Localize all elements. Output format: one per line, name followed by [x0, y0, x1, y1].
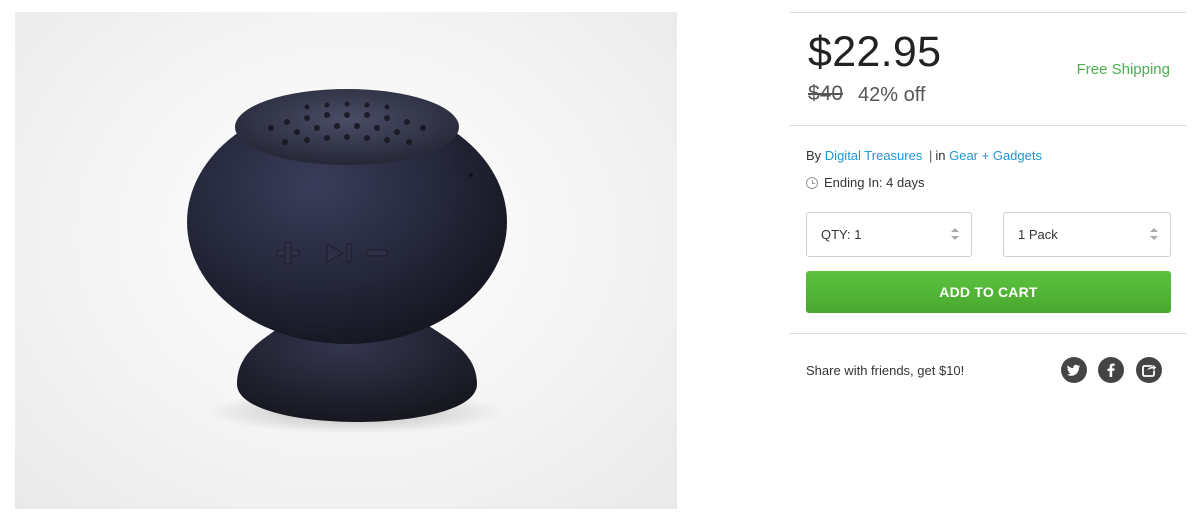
- share-text: Share with friends, get $10!: [806, 363, 965, 378]
- share-icon[interactable]: [1136, 357, 1162, 383]
- discount-label: 42% off: [858, 84, 926, 106]
- by-label: By: [806, 148, 822, 163]
- spinner-icon: [1150, 226, 1158, 242]
- spinner-icon: [951, 226, 959, 242]
- in-label: in: [935, 148, 946, 163]
- divider: [790, 333, 1186, 334]
- quantity-value: QTY: 1: [821, 227, 862, 242]
- pack-value: 1 Pack: [1018, 227, 1058, 242]
- speaker-illustration: [187, 89, 507, 434]
- facebook-icon[interactable]: [1098, 357, 1124, 383]
- pack-select[interactable]: 1 Pack: [1003, 212, 1171, 257]
- free-shipping-label: Free Shipping: [1076, 61, 1170, 78]
- quantity-select[interactable]: QTY: 1: [806, 212, 972, 257]
- purchase-panel: $22.95 $40 42% off Free Shipping By Digi…: [790, 0, 1186, 516]
- product-image: [15, 12, 677, 509]
- divider: [790, 125, 1186, 126]
- ending-text: Ending In: 4 days: [824, 175, 925, 190]
- divider: [790, 12, 1186, 13]
- deal-ending: Ending In: 4 days: [806, 175, 924, 190]
- clock-icon: [806, 176, 818, 189]
- seller-line: By Digital Treasures | in Gear + Gadgets: [806, 148, 1042, 163]
- twitter-icon[interactable]: [1061, 357, 1087, 383]
- original-price: $40: [808, 82, 844, 105]
- vendor-link[interactable]: Digital Treasures: [825, 148, 923, 163]
- sale-price: $22.95: [808, 28, 942, 76]
- add-to-cart-button[interactable]: ADD TO CART: [806, 271, 1171, 313]
- separator: |: [928, 148, 933, 163]
- category-link[interactable]: Gear + Gadgets: [949, 148, 1042, 163]
